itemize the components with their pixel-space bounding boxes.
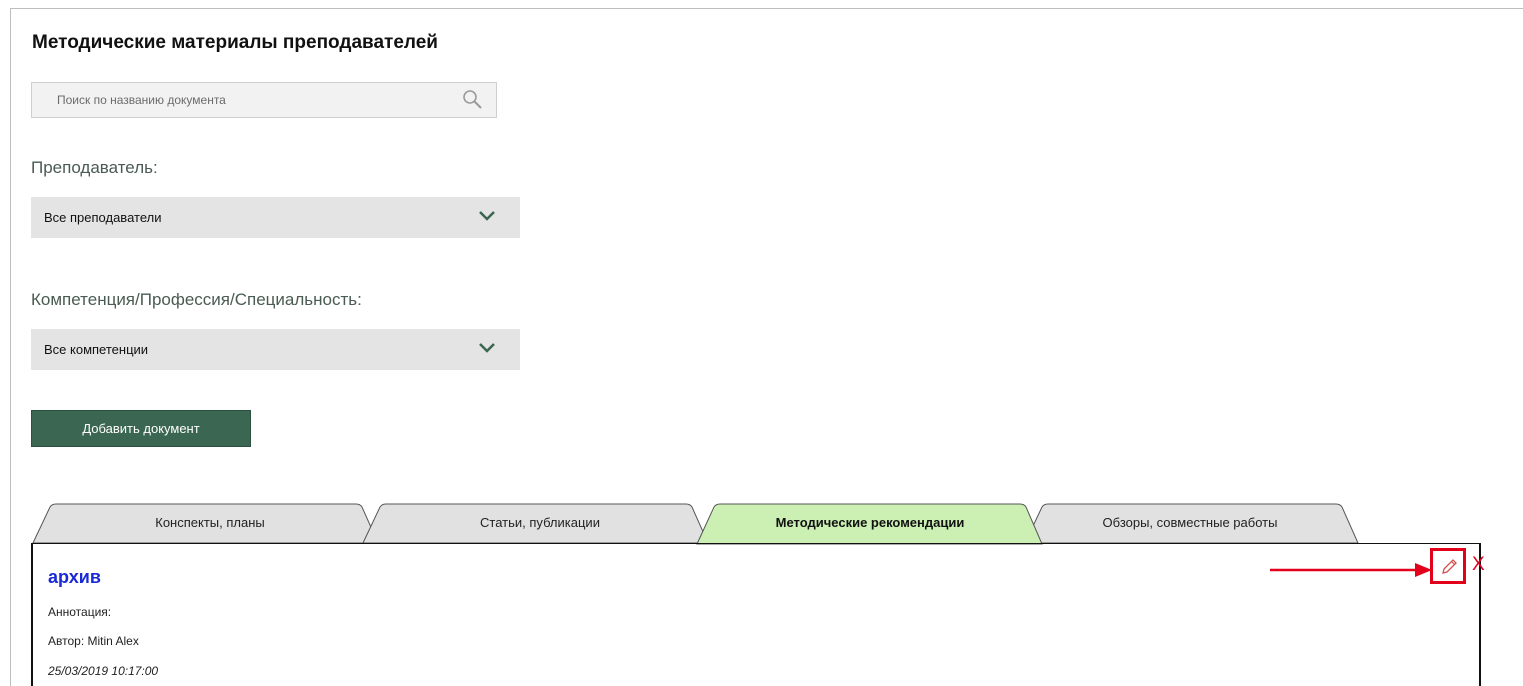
delete-button[interactable]: X	[1472, 554, 1485, 576]
chevron-down-icon	[479, 343, 495, 353]
teacher-select[interactable]: Все преподаватели	[31, 197, 520, 238]
search-box[interactable]	[31, 82, 497, 118]
teacher-select-value: Все преподаватели	[44, 210, 162, 225]
page-title: Методические материалы преподавателей	[32, 32, 438, 53]
tab-metod-recommendations[interactable]: Методические рекомендации	[705, 515, 1035, 530]
chevron-down-icon	[479, 211, 495, 221]
edit-button[interactable]	[1430, 548, 1466, 584]
pencil-icon	[1442, 559, 1457, 574]
document-annotation: Аннотация:	[48, 605, 112, 619]
tab-konspekty[interactable]: Конспекты, планы	[45, 515, 375, 530]
add-document-button[interactable]: Добавить документ	[31, 410, 251, 447]
competence-filter-label: Компетенция/Профессия/Специальность:	[31, 290, 362, 309]
search-icon[interactable]	[462, 89, 484, 111]
teacher-filter-label: Преподаватель:	[31, 158, 158, 177]
document-title-link[interactable]: архив	[48, 567, 101, 588]
competence-select[interactable]: Все компетенции	[31, 329, 520, 370]
search-input[interactable]	[33, 84, 453, 116]
document-date: 25/03/2019 10:17:00	[48, 664, 159, 678]
annotation-arrow	[1270, 563, 1432, 577]
tab-content-panel	[31, 543, 1481, 686]
tab-stati[interactable]: Статьи, публикации	[375, 515, 705, 530]
competence-select-value: Все компетенции	[44, 342, 149, 357]
document-author: Автор: Mitin Alex	[48, 634, 139, 648]
tab-obzory[interactable]: Обзоры, совместные работы	[1030, 515, 1350, 530]
